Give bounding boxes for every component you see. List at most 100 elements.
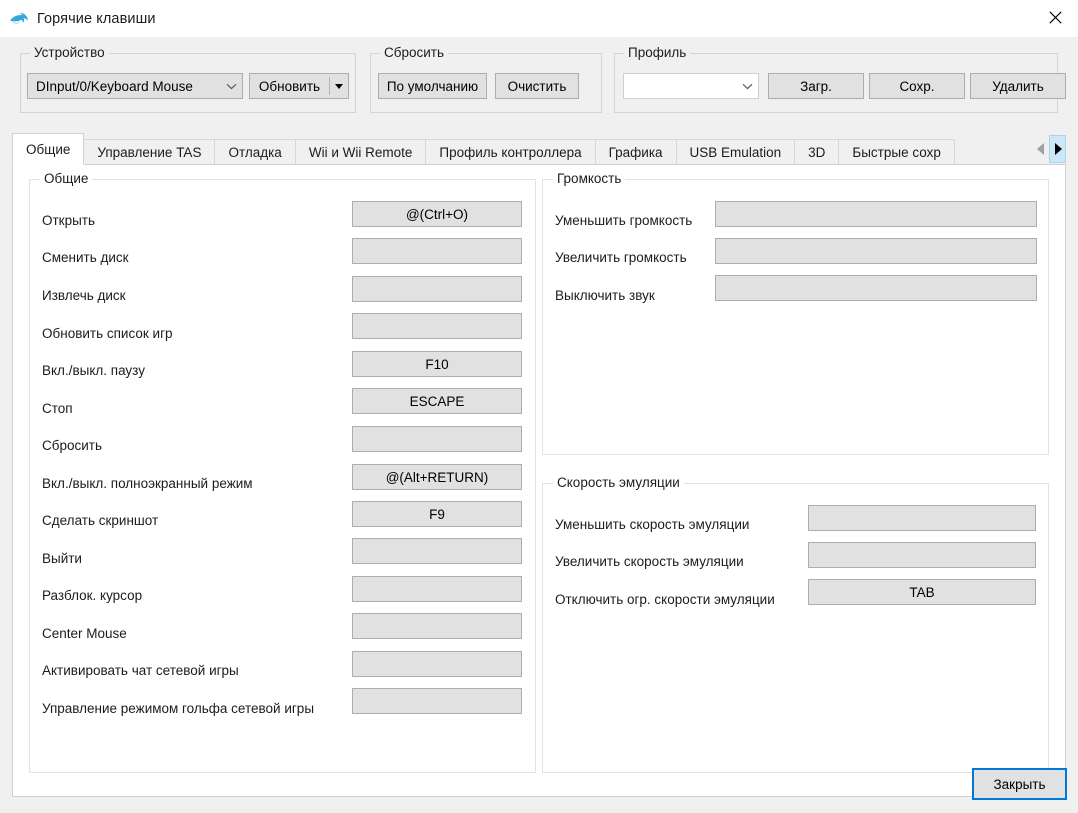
refresh-split-button[interactable]: Обновить <box>249 73 349 99</box>
reset-group: Сбросить По умолчанию Очистить <box>370 45 602 113</box>
hotkey-refresh-game-list[interactable] <box>352 313 522 339</box>
tab-label: Управление TAS <box>97 145 202 160</box>
device-combobox[interactable]: DInput/0/Keyboard Mouse <box>27 73 243 99</box>
tab-strip: Общие Управление TAS Отладка Wii и Wii R… <box>12 133 1033 165</box>
device-group-title: Устройство <box>30 45 109 60</box>
row-label: Увеличить громкость <box>555 250 687 265</box>
row-change-disc: Сменить диск <box>42 250 129 265</box>
tab-scroll-right-button[interactable] <box>1049 135 1066 163</box>
panel-volume-title: Громкость <box>553 171 626 186</box>
row-label: Уменьшить громкость <box>555 213 693 228</box>
profile-save-button[interactable]: Сохр. <box>869 73 965 99</box>
row-label: Стоп <box>42 401 73 416</box>
hotkey-stop[interactable]: ESCAPE <box>352 388 522 414</box>
hotkey-increase-emulation-speed[interactable] <box>808 542 1036 568</box>
reset-clear-button[interactable]: Очистить <box>495 73 579 99</box>
hotkey-volume-mute[interactable] <box>715 275 1037 301</box>
row-label: Извлечь диск <box>42 288 126 303</box>
profile-combobox[interactable] <box>623 73 759 99</box>
profile-load-button[interactable]: Загр. <box>768 73 864 99</box>
hotkey-toggle-pause[interactable]: F10 <box>352 351 522 377</box>
hotkey-take-screenshot[interactable]: F9 <box>352 501 522 527</box>
window-close-button[interactable] <box>1032 0 1078 34</box>
tab-page-general: Общие Открыть @(Ctrl+O) Сменить диск Изв… <box>12 164 1066 797</box>
tab-label: Быстрые сохр <box>852 145 941 160</box>
close-dialog-button[interactable]: Закрыть <box>972 768 1067 800</box>
dolphin-icon <box>9 9 29 29</box>
panel-emulation-speed: Скорость эмуляции Уменьшить скорость эму… <box>542 475 1049 773</box>
row-take-screenshot: Сделать скриншот <box>42 513 158 528</box>
row-label: Открыть <box>42 213 96 228</box>
hotkey-toggle-fullscreen[interactable]: @(Alt+RETURN) <box>352 464 522 490</box>
tab-label: Графика <box>608 145 663 160</box>
title-bar: Горячие клавиши <box>0 0 1078 37</box>
chevron-down-icon <box>220 83 242 90</box>
profile-delete-button[interactable]: Удалить <box>970 73 1066 99</box>
row-activate-netplay-chat: Активировать чат сетевой игры <box>42 663 239 678</box>
row-label: Вкл./выкл. полноэкранный режим <box>42 476 253 491</box>
tab-3d[interactable]: 3D <box>794 139 840 165</box>
panel-volume: Громкость Уменьшить громкость Увеличить … <box>542 171 1049 455</box>
tab-wii-i-wii-remote[interactable]: Wii и Wii Remote <box>294 139 427 165</box>
tab-label: Профиль контроллера <box>439 145 582 160</box>
hotkey-open[interactable]: @(Ctrl+O) <box>352 201 522 227</box>
triangle-left-icon <box>1036 143 1044 155</box>
row-toggle-pause: Вкл./выкл. паузу <box>42 363 145 378</box>
row-volume-mute: Выключить звук <box>555 288 655 303</box>
refresh-button-label: Обновить <box>258 78 321 94</box>
hotkey-volume-down[interactable] <box>715 201 1037 227</box>
hotkey-disable-emulation-speed-limit[interactable]: TAB <box>808 579 1036 605</box>
tab-profil-kontrollera[interactable]: Профиль контроллера <box>425 139 596 165</box>
dialog-body: Устройство DInput/0/Keyboard Mouse Обнов… <box>0 37 1078 813</box>
row-label: Center Mouse <box>42 626 127 641</box>
row-label: Сделать скриншот <box>42 513 159 528</box>
row-refresh-game-list: Обновить список игр <box>42 326 173 341</box>
tab-otladka[interactable]: Отладка <box>214 139 296 165</box>
hotkey-unlock-cursor[interactable] <box>352 576 522 602</box>
tab-bar: Общие Управление TAS Отладка Wii и Wii R… <box>12 133 1066 165</box>
hotkey-decrease-emulation-speed[interactable] <box>808 505 1036 531</box>
tab-label: Отладка <box>228 145 282 160</box>
tab-grafika[interactable]: Графика <box>594 139 677 165</box>
row-stop: Стоп <box>42 401 73 416</box>
tab-usb-emulation[interactable]: USB Emulation <box>675 139 796 165</box>
triangle-right-icon <box>1054 143 1062 155</box>
tab-upravlenie-tas[interactable]: Управление TAS <box>83 139 216 165</box>
row-reset: Сбросить <box>42 438 102 453</box>
tab-bystrye-sohraneniya[interactable]: Быстрые сохр <box>838 139 955 165</box>
row-label: Уменьшить скорость эмуляции <box>555 517 750 532</box>
hotkey-volume-up[interactable] <box>715 238 1037 264</box>
row-label: Отключить огр. скорости эмуляции <box>555 592 775 607</box>
row-disable-emulation-speed-limit: Отключить огр. скорости эмуляции <box>555 592 775 607</box>
hotkey-center-mouse[interactable] <box>352 613 522 639</box>
hotkey-exit[interactable] <box>352 538 522 564</box>
tab-obshchie[interactable]: Общие <box>12 133 85 165</box>
row-label: Сменить диск <box>42 250 129 265</box>
row-label: Сбросить <box>42 438 103 453</box>
hotkey-reset[interactable] <box>352 426 522 452</box>
tab-label: Общие <box>26 141 71 157</box>
hotkey-netplay-golf-mode[interactable] <box>352 688 522 714</box>
hotkey-activate-netplay-chat[interactable] <box>352 651 522 677</box>
row-volume-up: Увеличить громкость <box>555 250 687 265</box>
row-increase-emulation-speed: Увеличить скорость эмуляции <box>555 554 744 569</box>
row-exit: Выйти <box>42 551 82 566</box>
profile-group-title: Профиль <box>624 45 691 60</box>
refresh-dropdown-arrow-icon[interactable] <box>330 74 348 98</box>
row-center-mouse: Center Mouse <box>42 626 127 641</box>
panel-general: Общие Открыть @(Ctrl+O) Сменить диск Изв… <box>29 171 536 773</box>
device-combobox-value: DInput/0/Keyboard Mouse <box>36 78 193 94</box>
device-group: Устройство DInput/0/Keyboard Mouse Обнов… <box>20 45 356 113</box>
row-volume-down: Уменьшить громкость <box>555 213 692 228</box>
profile-group: Профиль Загр. Сохр. Удалить <box>614 45 1066 113</box>
tab-scroll-left-button[interactable] <box>1032 135 1049 163</box>
tab-label: USB Emulation <box>689 145 782 160</box>
hotkey-change-disc[interactable] <box>352 238 522 264</box>
row-label: Управление режимом гольфа сетевой игры <box>42 701 315 716</box>
reset-default-button[interactable]: По умолчанию <box>378 73 487 99</box>
tab-label: Wii и Wii Remote <box>308 145 413 160</box>
hotkey-eject-disc[interactable] <box>352 276 522 302</box>
panel-emulation-speed-title: Скорость эмуляции <box>553 475 684 490</box>
row-label: Увеличить скорость эмуляции <box>555 554 744 569</box>
row-label: Разблок. курсор <box>42 588 143 603</box>
